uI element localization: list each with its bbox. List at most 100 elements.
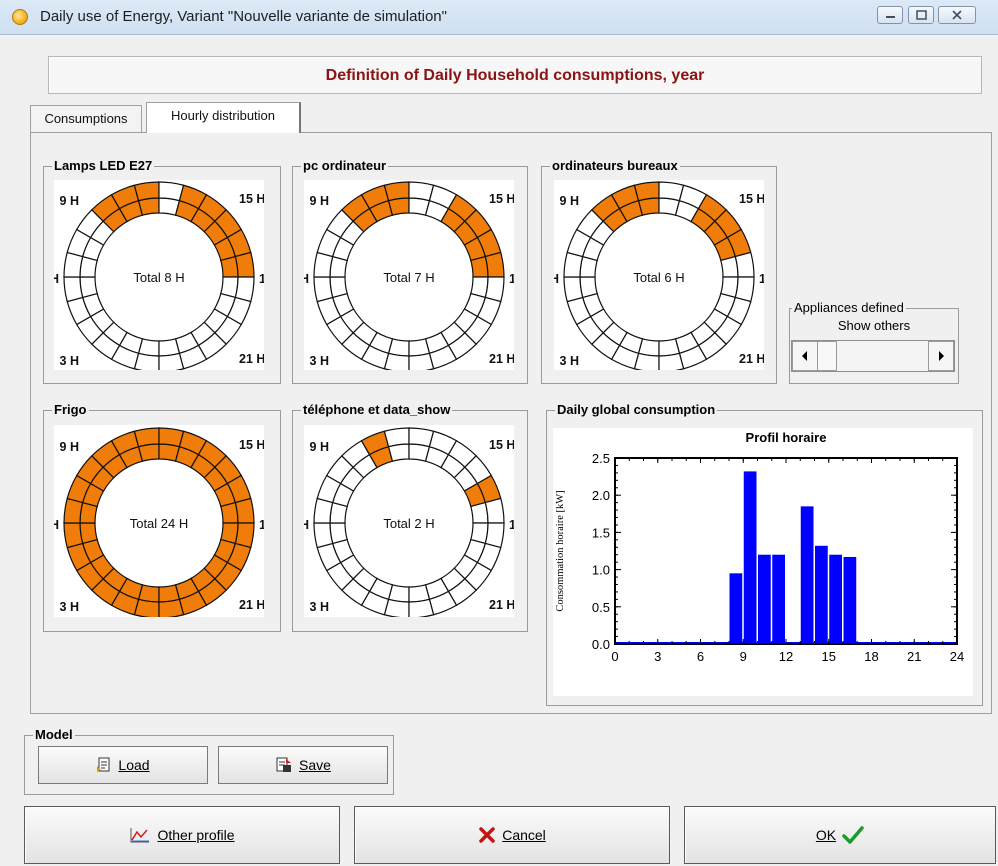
maximize-icon (916, 10, 927, 20)
hour-segment[interactable] (137, 443, 160, 462)
clock-hour-label: 3 H (310, 600, 329, 614)
ok-button[interactable]: OK (684, 806, 996, 864)
clock-ring: 12 H15 H18H21 H0 H3 H6H9 HTotal 6 H (543, 164, 782, 390)
clock-hour-label: 21 H (489, 352, 514, 366)
cancel-label: Cancel (502, 827, 546, 843)
appliance-name: téléphone et data_show (301, 402, 453, 417)
hour-segment[interactable] (637, 197, 660, 216)
hour-segment[interactable] (658, 352, 685, 373)
total-hours-label: Total 24 H (130, 516, 189, 531)
tab-consumptions[interactable]: Consumptions (30, 105, 142, 132)
hour-segment[interactable] (387, 197, 410, 216)
bar (829, 554, 842, 644)
hour-segment[interactable] (383, 427, 410, 448)
clock-hour-label: 3 H (560, 354, 579, 368)
clock-hour-label: 18H (759, 272, 764, 286)
clock-hour-label: 15 H (489, 438, 514, 452)
hour-segment[interactable] (313, 522, 334, 549)
appliance-name: pc ordinateur (301, 158, 389, 173)
hour-segment[interactable] (720, 255, 739, 278)
clock-hour-label: 9 H (60, 440, 79, 454)
appliances-scrollbar[interactable] (791, 340, 955, 372)
clock-ring: 12 H15 H18H21 H0 H3 H6H9 HTotal 7 H (293, 164, 532, 390)
hour-segment[interactable] (234, 497, 255, 524)
tab-hourly-distribution[interactable]: Hourly distribution (146, 102, 301, 133)
hour-segment[interactable] (329, 522, 348, 545)
clock-hour-label: 9 H (60, 194, 79, 208)
hour-segment[interactable] (408, 584, 431, 603)
clock-hour-label: 3 H (310, 354, 329, 368)
hour-segment[interactable] (158, 598, 185, 619)
clock-hour-label: 6H (54, 518, 59, 532)
close-icon (952, 10, 962, 20)
hour-segment[interactable] (220, 501, 239, 524)
maximize-button[interactable] (908, 6, 934, 24)
hour-segment[interactable] (133, 427, 160, 448)
hour-segment[interactable] (579, 276, 598, 299)
bar (843, 556, 857, 644)
hour-segment[interactable] (484, 251, 505, 278)
model-title: Model (33, 727, 75, 742)
other-profile-button[interactable]: Other profile (24, 806, 340, 864)
hour-segment[interactable] (658, 338, 681, 357)
window-title: Daily use of Energy, Variant "Nouvelle v… (40, 8, 447, 25)
hour-segment[interactable] (63, 276, 84, 303)
plot-frame (614, 457, 958, 645)
clock-hour-label: 9 H (310, 194, 329, 208)
cancel-button[interactable]: Cancel (354, 806, 670, 864)
hour-segment[interactable] (313, 276, 334, 303)
hour-segment[interactable] (79, 522, 98, 545)
clock-hour-label: 15 H (239, 438, 264, 452)
hour-segment[interactable] (158, 338, 181, 357)
load-button[interactable]: Load (38, 746, 208, 784)
close-button[interactable] (938, 6, 976, 24)
total-hours-label: Total 6 H (633, 270, 684, 285)
hour-segment[interactable] (633, 181, 660, 202)
chart-svg: Profil horaire Consommation horaire [kW] 0… (555, 430, 964, 664)
hour-segment[interactable] (329, 276, 348, 299)
y-tick-label: 0.5 (592, 600, 610, 615)
hour-segment[interactable] (220, 255, 239, 278)
save-button[interactable]: Save (218, 746, 388, 784)
save-icon (276, 757, 292, 772)
hour-segment[interactable] (734, 251, 755, 278)
daily-global-title: Daily global consumption (555, 402, 718, 417)
hour-segment[interactable] (158, 352, 185, 373)
hour-segment[interactable] (408, 338, 431, 357)
minimize-button[interactable] (877, 6, 903, 24)
hour-segment[interactable] (63, 522, 84, 549)
cancel-x-icon (479, 827, 495, 843)
x-tick-label: 12 (779, 649, 793, 664)
hour-segment[interactable] (408, 352, 435, 373)
hour-segment[interactable] (79, 276, 98, 299)
scroll-left-button[interactable] (792, 341, 818, 371)
hour-segment[interactable] (383, 181, 410, 202)
scroll-right-button[interactable] (928, 341, 954, 371)
hour-segment[interactable] (234, 251, 255, 278)
clock-hour-label: 21 H (489, 598, 514, 612)
hour-segment[interactable] (470, 255, 489, 278)
chart-title: Profil horaire (746, 430, 827, 445)
total-hours-label: Total 8 H (133, 270, 184, 285)
hour-segment[interactable] (563, 276, 584, 303)
hour-clock-pc[interactable]: 12 H15 H18H21 H0 H3 H6H9 HTotal 7 H (293, 164, 532, 390)
appliance-name: ordinateurs bureaux (550, 158, 680, 173)
x-tick-label: 24 (950, 649, 964, 664)
hour-segment[interactable] (387, 443, 410, 462)
clock-hour-label: 9 H (310, 440, 329, 454)
x-tick-label: 3 (654, 649, 661, 664)
bar (815, 545, 828, 644)
hour-segment[interactable] (470, 501, 489, 524)
hour-segment[interactable] (133, 181, 160, 202)
hour-segment[interactable] (158, 584, 181, 603)
hour-segment[interactable] (408, 598, 435, 619)
hour-clock-lamps[interactable]: 12 H15 H18H21 H0 H3 H6H9 HTotal 8 H (43, 164, 282, 390)
y-tick-label: 2.0 (592, 488, 610, 503)
load-icon (97, 757, 110, 772)
hour-segment[interactable] (137, 197, 160, 216)
hour-segment[interactable] (484, 497, 505, 524)
hour-clock-frigo[interactable]: 12 H15 H18H21 H0 H3 H6H9 HTotal 24 H (43, 410, 282, 636)
hour-clock-ordinateurs[interactable]: 12 H15 H18H21 H0 H3 H6H9 HTotal 6 H (543, 164, 782, 390)
scroll-thumb[interactable] (817, 341, 837, 371)
hour-clock-telephone[interactable]: 12 H15 H18H21 H0 H3 H6H9 HTotal 2 H (293, 410, 532, 636)
